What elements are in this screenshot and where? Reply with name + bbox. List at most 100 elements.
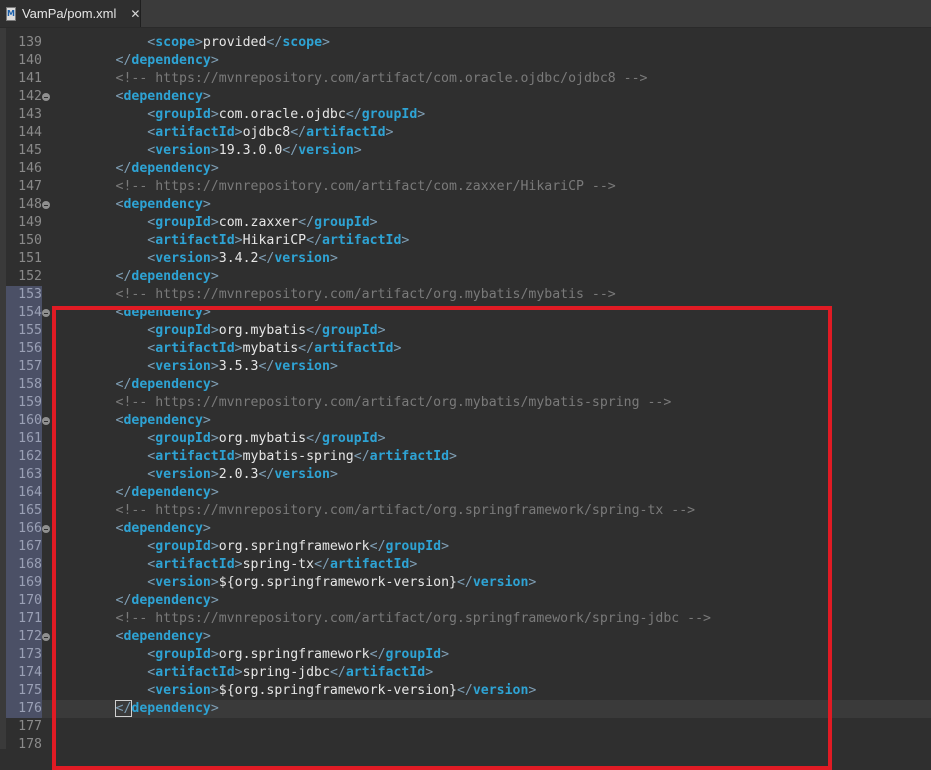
- code-line[interactable]: 156 <artifactId>mybatis</artifactId>: [0, 340, 931, 358]
- xml-tag: version: [155, 359, 211, 374]
- code-line[interactable]: 166 <dependency>: [0, 520, 931, 538]
- line-number: 147: [18, 179, 42, 194]
- code-line[interactable]: 149 <groupId>com.zaxxer</groupId>: [0, 214, 931, 232]
- code-line[interactable]: 150 <artifactId>HikariCP</artifactId>: [0, 232, 931, 250]
- xml-value: 3.4.2: [218, 251, 259, 266]
- code-text: <!-- https://mvnrepository.com/artifact/…: [52, 70, 648, 88]
- code-line[interactable]: 148 <dependency>: [0, 196, 931, 214]
- tab-title: VamPa/pom.xml: [21, 6, 117, 21]
- code-line[interactable]: 140 </dependency>: [0, 52, 931, 70]
- code-text: <artifactId>HikariCP</artifactId>: [147, 233, 410, 248]
- xml-tag: dependency: [131, 593, 211, 608]
- code-text: <groupId>com.oracle.ojdbc</groupId>: [147, 107, 426, 122]
- fold-toggle-icon[interactable]: [42, 417, 50, 425]
- line-number: 176: [6, 700, 42, 718]
- tab-pom-xml[interactable]: M VamPa/pom.xml ✕: [0, 0, 141, 27]
- code-line[interactable]: 143 <groupId>com.oracle.ojdbc</groupId>: [0, 106, 931, 124]
- code-text: <version>19.3.0.0</version>: [147, 143, 362, 158]
- line-number: 171: [6, 610, 42, 628]
- code-line[interactable]: 168 <artifactId>spring-tx</artifactId>: [0, 556, 931, 574]
- line-number: 175: [6, 682, 42, 700]
- code-line[interactable]: 146 </dependency>: [0, 160, 931, 178]
- code-text: <groupId>org.springframework</groupId>: [147, 647, 450, 662]
- code-text: <scope>provided</scope>: [147, 35, 330, 50]
- xml-value: ojdbc8: [242, 125, 291, 140]
- line-number: 142: [18, 89, 42, 104]
- xml-tag: version: [155, 251, 211, 266]
- code-line[interactable]: 169 <version>${org.springframework-versi…: [0, 574, 931, 592]
- line-number: 161: [6, 430, 42, 448]
- code-line[interactable]: 172 <dependency>: [0, 628, 931, 646]
- code-line[interactable]: 170 </dependency>: [0, 592, 931, 610]
- xml-tag: artifactId: [329, 557, 410, 572]
- code-line[interactable]: 160 <dependency>: [0, 412, 931, 430]
- code-line[interactable]: 141 <!-- https://mvnrepository.com/artif…: [0, 70, 931, 88]
- xml-tag: artifactId: [306, 125, 386, 140]
- code-text: <version>3.5.3</version>: [147, 359, 338, 374]
- xml-comment: <!-- https://mvnrepository.com/artifact/…: [115, 71, 648, 86]
- code-line[interactable]: 153 <!-- https://mvnrepository.com/artif…: [0, 286, 931, 304]
- code-line[interactable]: 154 <dependency>: [0, 304, 931, 322]
- code-line[interactable]: 157 <version>3.5.3</version>: [0, 358, 931, 376]
- code-line[interactable]: 158 </dependency>: [0, 376, 931, 394]
- code-line[interactable]: 147 <!-- https://mvnrepository.com/artif…: [0, 178, 931, 196]
- code-line[interactable]: 178: [0, 736, 931, 754]
- fold-toggle-icon[interactable]: [42, 633, 50, 641]
- xml-tag: version: [155, 683, 211, 698]
- code-line[interactable]: 164 </dependency>: [0, 484, 931, 502]
- xml-tag: version: [274, 251, 330, 266]
- xml-file-icon: M: [6, 6, 16, 21]
- code-line[interactable]: 174 <artifactId>spring-jdbc</artifactId>: [0, 664, 931, 682]
- code-line[interactable]: 167 <groupId>org.springframework</groupI…: [0, 538, 931, 556]
- code-line[interactable]: 171 <!-- https://mvnrepository.com/artif…: [0, 610, 931, 628]
- xml-value: 3.5.3: [218, 359, 259, 374]
- xml-tag: artifactId: [369, 449, 450, 464]
- xml-tag: artifactId: [155, 449, 235, 464]
- code-line[interactable]: 159 <!-- https://mvnrepository.com/artif…: [0, 394, 931, 412]
- xml-comment: <!-- https://mvnrepository.com/artifact/…: [115, 395, 672, 410]
- fold-toggle-icon[interactable]: [42, 525, 50, 533]
- code-line[interactable]: 151 <version>3.4.2</version>: [0, 250, 931, 268]
- xml-tag: groupId: [155, 323, 211, 338]
- xml-tag: groupId: [385, 539, 442, 554]
- code-line[interactable]: 176 </dependency>: [0, 700, 931, 718]
- code-line[interactable]: 152 </dependency>: [0, 268, 931, 286]
- code-text: <!-- https://mvnrepository.com/artifact/…: [52, 178, 616, 196]
- line-number: 172: [6, 628, 42, 646]
- line-number: 173: [6, 646, 42, 664]
- code-line[interactable]: 144 <artifactId>ojdbc8</artifactId>: [0, 124, 931, 142]
- close-icon[interactable]: ✕: [130, 7, 140, 21]
- code-line[interactable]: 162 <artifactId>mybatis-spring</artifact…: [0, 448, 931, 466]
- code-text: <version>${org.springframework-version}<…: [147, 575, 537, 590]
- code-line[interactable]: 177: [0, 718, 931, 736]
- code-text: <!-- https://mvnrepository.com/artifact/…: [52, 610, 711, 628]
- code-line[interactable]: 175 <version>${org.springframework-versi…: [0, 682, 931, 700]
- xml-value: com.oracle.ojdbc: [218, 107, 346, 122]
- xml-tag: artifactId: [314, 341, 394, 356]
- code-line[interactable]: 161 <groupId>org.mybatis</groupId>: [0, 430, 931, 448]
- fold-toggle-icon[interactable]: [42, 93, 50, 101]
- xml-value: mybatis: [242, 341, 299, 356]
- code-text: </dependency>: [115, 593, 219, 608]
- line-number: 167: [6, 538, 42, 556]
- fold-toggle-icon[interactable]: [42, 309, 50, 317]
- code-line[interactable]: 155 <groupId>org.mybatis</groupId>: [0, 322, 931, 340]
- code-line[interactable]: 145 <version>19.3.0.0</version>: [0, 142, 931, 160]
- code-editor[interactable]: 139 <scope>provided</scope> 140 </depende…: [0, 28, 931, 770]
- line-number: 151: [18, 251, 42, 266]
- line-number: 144: [18, 125, 42, 140]
- xml-tag: groupId: [155, 215, 211, 230]
- xml-tag: version: [298, 143, 354, 158]
- code-line[interactable]: 139 <scope>provided</scope>: [0, 34, 931, 52]
- code-text: <version>${org.springframework-version}<…: [147, 683, 537, 698]
- code-line[interactable]: 173 <groupId>org.springframework</groupI…: [0, 646, 931, 664]
- fold-toggle-icon[interactable]: [42, 201, 50, 209]
- code-text: <!-- https://mvnrepository.com/artifact/…: [52, 286, 616, 304]
- xml-tag: version: [472, 683, 529, 698]
- code-line[interactable]: 163 <version>2.0.3</version>: [0, 466, 931, 484]
- code-text: <dependency>: [115, 413, 211, 428]
- xml-tag: dependency: [131, 269, 211, 284]
- code-line[interactable]: 142 <dependency>: [0, 88, 931, 106]
- line-number: 146: [18, 161, 42, 176]
- code-line[interactable]: 165 <!-- https://mvnrepository.com/artif…: [0, 502, 931, 520]
